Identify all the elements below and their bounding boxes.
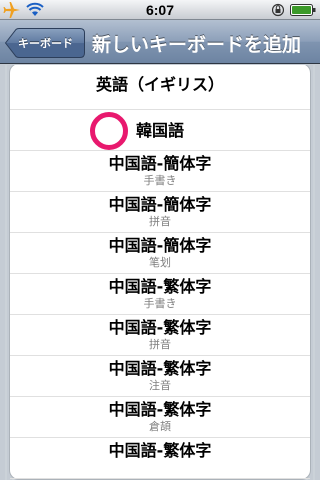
list-item-label: 中国語-繁体字 xyxy=(108,359,212,378)
status-bar: 6:07 xyxy=(0,0,320,20)
list-item-simplified-pinyin[interactable]: 中国語-簡体字 拼音 xyxy=(10,192,310,233)
navigation-bar: キーボード 新しいキーボードを追加 xyxy=(0,20,320,64)
list-item-label: 英語（イギリス） xyxy=(95,75,224,94)
list-item-traditional-handwriting[interactable]: 中国語-繁体字 手書き xyxy=(10,274,310,315)
list-item-label: 中国語-簡体字 xyxy=(108,154,212,173)
list-item-sublabel: 手書き xyxy=(143,174,177,187)
keyboard-list: 英語（イギリス） 韓国語 中国語-簡体字 手書き 中国語-簡体字 拼音 中国語-… xyxy=(9,65,311,480)
list-item-traditional-zhuyin[interactable]: 中国語-繁体字 注音 xyxy=(10,356,310,397)
list-item-label: 中国語-簡体字 xyxy=(108,236,212,255)
back-button[interactable]: キーボード xyxy=(5,28,85,58)
list-item-label: 中国語-繁体字 xyxy=(108,441,212,460)
list-item-simplified-handwriting[interactable]: 中国語-簡体字 手書き xyxy=(10,151,310,192)
rotation-lock-icon xyxy=(272,3,284,17)
back-button-label: キーボード xyxy=(18,37,73,50)
list-item-sublabel: 笔划 xyxy=(149,256,171,269)
list-item-label: 中国語-繁体字 xyxy=(108,277,212,296)
list-item-simplified-stroke[interactable]: 中国語-簡体字 笔划 xyxy=(10,233,310,274)
list-item-label: 中国語-繁体字 xyxy=(108,318,212,337)
list-item-korean[interactable]: 韓国語 xyxy=(10,110,310,151)
highlight-circle xyxy=(90,112,128,150)
list-item-sublabel: 注音 xyxy=(149,379,171,392)
list-item-english-uk[interactable]: 英語（イギリス） xyxy=(10,65,310,110)
keyboard-list-view[interactable]: 英語（イギリス） 韓国語 中国語-簡体字 手書き 中国語-簡体字 拼音 中国語-… xyxy=(0,65,320,480)
list-item-label: 中国語-繁体字 xyxy=(108,400,212,419)
list-item-traditional-pinyin[interactable]: 中国語-繁体字 拼音 xyxy=(10,315,310,356)
list-item-label: 中国語-簡体字 xyxy=(108,195,212,214)
list-item-sublabel: 拼音 xyxy=(149,215,171,228)
list-item-sublabel: 手書き xyxy=(143,297,177,310)
list-item-label: 韓国語 xyxy=(135,121,184,140)
page-title: 新しいキーボードを追加 xyxy=(92,34,302,56)
list-item-traditional-more[interactable]: 中国語-繁体字 xyxy=(10,438,310,479)
list-item-sublabel: 倉頡 xyxy=(149,420,171,433)
list-item-sublabel: 拼音 xyxy=(149,338,171,351)
list-item-traditional-cangjie[interactable]: 中国語-繁体字 倉頡 xyxy=(10,397,310,438)
battery-icon xyxy=(290,4,316,16)
